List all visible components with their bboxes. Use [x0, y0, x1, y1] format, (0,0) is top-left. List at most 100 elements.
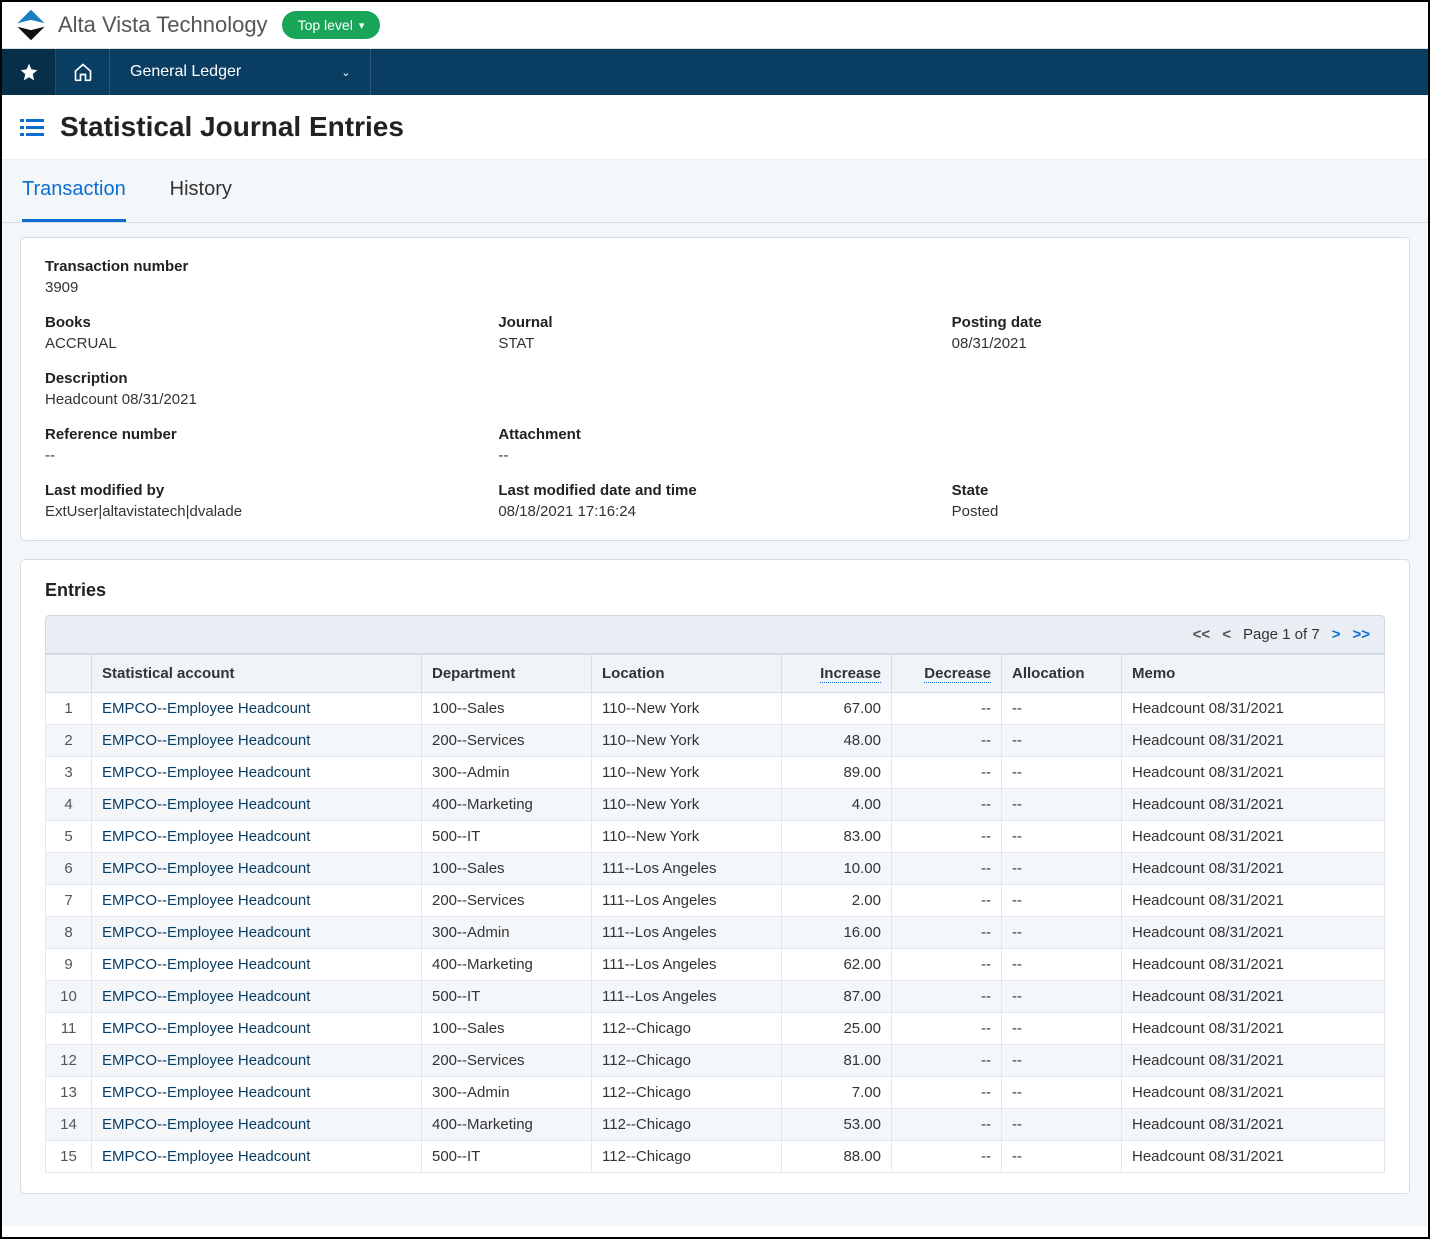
cell-rownum: 1	[46, 693, 92, 725]
table-row[interactable]: 12EMPCO--Employee Headcount200--Services…	[46, 1045, 1385, 1077]
table-row[interactable]: 13EMPCO--Employee Headcount300--Admin112…	[46, 1077, 1385, 1109]
col-decrease[interactable]: Decrease	[892, 655, 1002, 693]
cell-increase: 4.00	[782, 789, 892, 821]
cell-account: EMPCO--Employee Headcount	[92, 757, 422, 789]
col-department[interactable]: Department	[422, 655, 592, 693]
value-modby: ExtUser|altavistatech|dvalade	[45, 503, 478, 520]
cell-allocation: --	[1002, 981, 1122, 1013]
cell-increase: 48.00	[782, 725, 892, 757]
cell-department: 300--Admin	[422, 917, 592, 949]
home-button[interactable]	[56, 49, 110, 95]
col-location[interactable]: Location	[592, 655, 782, 693]
cell-account: EMPCO--Employee Headcount	[92, 1013, 422, 1045]
pager-text: Page 1 of 7	[1243, 626, 1320, 643]
cell-location: 110--New York	[592, 693, 782, 725]
entity-selector-button[interactable]: Top level ▾	[282, 11, 381, 39]
label-state: State	[952, 482, 1385, 499]
label-journal: Journal	[498, 314, 931, 331]
cell-memo: Headcount 08/31/2021	[1122, 1109, 1385, 1141]
cell-department: 400--Marketing	[422, 789, 592, 821]
cell-allocation: --	[1002, 1141, 1122, 1173]
pager-prev[interactable]: <	[1222, 626, 1231, 643]
pager-last[interactable]: >>	[1352, 626, 1370, 643]
cell-location: 111--Los Angeles	[592, 949, 782, 981]
cell-rownum: 8	[46, 917, 92, 949]
cell-decrease: --	[892, 853, 1002, 885]
list-menu-icon[interactable]	[20, 116, 44, 138]
cell-rownum: 6	[46, 853, 92, 885]
company-name: Alta Vista Technology	[58, 12, 268, 38]
cell-rownum: 5	[46, 821, 92, 853]
cell-memo: Headcount 08/31/2021	[1122, 885, 1385, 917]
module-dropdown[interactable]: General Ledger ⌄	[110, 49, 371, 95]
label-moddt: Last modified date and time	[498, 482, 931, 499]
cell-allocation: --	[1002, 949, 1122, 981]
cell-department: 100--Sales	[422, 693, 592, 725]
col-allocation[interactable]: Allocation	[1002, 655, 1122, 693]
table-row[interactable]: 1EMPCO--Employee Headcount100--Sales110-…	[46, 693, 1385, 725]
cell-memo: Headcount 08/31/2021	[1122, 917, 1385, 949]
tabs: Transaction History	[2, 160, 1428, 223]
cell-allocation: --	[1002, 1077, 1122, 1109]
cell-account: EMPCO--Employee Headcount	[92, 693, 422, 725]
cell-account: EMPCO--Employee Headcount	[92, 1109, 422, 1141]
cell-memo: Headcount 08/31/2021	[1122, 853, 1385, 885]
chevron-down-icon: ▾	[359, 19, 365, 32]
cell-increase: 67.00	[782, 693, 892, 725]
table-row[interactable]: 7EMPCO--Employee Headcount200--Services1…	[46, 885, 1385, 917]
table-row[interactable]: 6EMPCO--Employee Headcount100--Sales111-…	[46, 853, 1385, 885]
table-row[interactable]: 15EMPCO--Employee Headcount500--IT112--C…	[46, 1141, 1385, 1173]
cell-increase: 87.00	[782, 981, 892, 1013]
cell-memo: Headcount 08/31/2021	[1122, 1045, 1385, 1077]
tab-transaction[interactable]: Transaction	[22, 160, 126, 222]
table-row[interactable]: 3EMPCO--Employee Headcount300--Admin110-…	[46, 757, 1385, 789]
cell-decrease: --	[892, 821, 1002, 853]
chevron-down-icon: ⌄	[341, 66, 350, 79]
cell-account: EMPCO--Employee Headcount	[92, 885, 422, 917]
table-row[interactable]: 11EMPCO--Employee Headcount100--Sales112…	[46, 1013, 1385, 1045]
table-row[interactable]: 8EMPCO--Employee Headcount300--Admin111-…	[46, 917, 1385, 949]
value-txnumber: 3909	[45, 279, 1385, 296]
label-posting-date: Posting date	[952, 314, 1385, 331]
cell-allocation: --	[1002, 885, 1122, 917]
cell-rownum: 13	[46, 1077, 92, 1109]
cell-rownum: 12	[46, 1045, 92, 1077]
cell-location: 112--Chicago	[592, 1013, 782, 1045]
cell-location: 110--New York	[592, 789, 782, 821]
pager-next[interactable]: >	[1332, 626, 1341, 643]
cell-rownum: 11	[46, 1013, 92, 1045]
cell-memo: Headcount 08/31/2021	[1122, 821, 1385, 853]
cell-location: 112--Chicago	[592, 1045, 782, 1077]
cell-location: 112--Chicago	[592, 1109, 782, 1141]
cell-decrease: --	[892, 1013, 1002, 1045]
cell-decrease: --	[892, 917, 1002, 949]
table-row[interactable]: 10EMPCO--Employee Headcount500--IT111--L…	[46, 981, 1385, 1013]
label-modby: Last modified by	[45, 482, 478, 499]
table-row[interactable]: 14EMPCO--Employee Headcount400--Marketin…	[46, 1109, 1385, 1141]
cell-allocation: --	[1002, 725, 1122, 757]
cell-location: 110--New York	[592, 821, 782, 853]
cell-allocation: --	[1002, 693, 1122, 725]
table-row[interactable]: 5EMPCO--Employee Headcount500--IT110--Ne…	[46, 821, 1385, 853]
tab-history[interactable]: History	[170, 160, 232, 219]
value-state: Posted	[952, 503, 1385, 520]
page-header: Statistical Journal Entries	[2, 95, 1428, 160]
table-row[interactable]: 4EMPCO--Employee Headcount400--Marketing…	[46, 789, 1385, 821]
page-title: Statistical Journal Entries	[60, 111, 404, 143]
entity-selector-label: Top level	[298, 17, 353, 33]
pager-first[interactable]: <<	[1193, 626, 1211, 643]
cell-location: 112--Chicago	[592, 1077, 782, 1109]
topbar: Alta Vista Technology Top level ▾	[2, 2, 1428, 49]
col-memo[interactable]: Memo	[1122, 655, 1385, 693]
col-rownum	[46, 655, 92, 693]
table-row[interactable]: 9EMPCO--Employee Headcount400--Marketing…	[46, 949, 1385, 981]
cell-allocation: --	[1002, 757, 1122, 789]
table-toolbar: << < Page 1 of 7 > >>	[45, 615, 1385, 654]
favorites-button[interactable]	[2, 49, 56, 95]
col-stat-account[interactable]: Statistical account	[92, 655, 422, 693]
cell-department: 500--IT	[422, 981, 592, 1013]
col-increase[interactable]: Increase	[782, 655, 892, 693]
cell-account: EMPCO--Employee Headcount	[92, 917, 422, 949]
cell-decrease: --	[892, 757, 1002, 789]
table-row[interactable]: 2EMPCO--Employee Headcount200--Services1…	[46, 725, 1385, 757]
